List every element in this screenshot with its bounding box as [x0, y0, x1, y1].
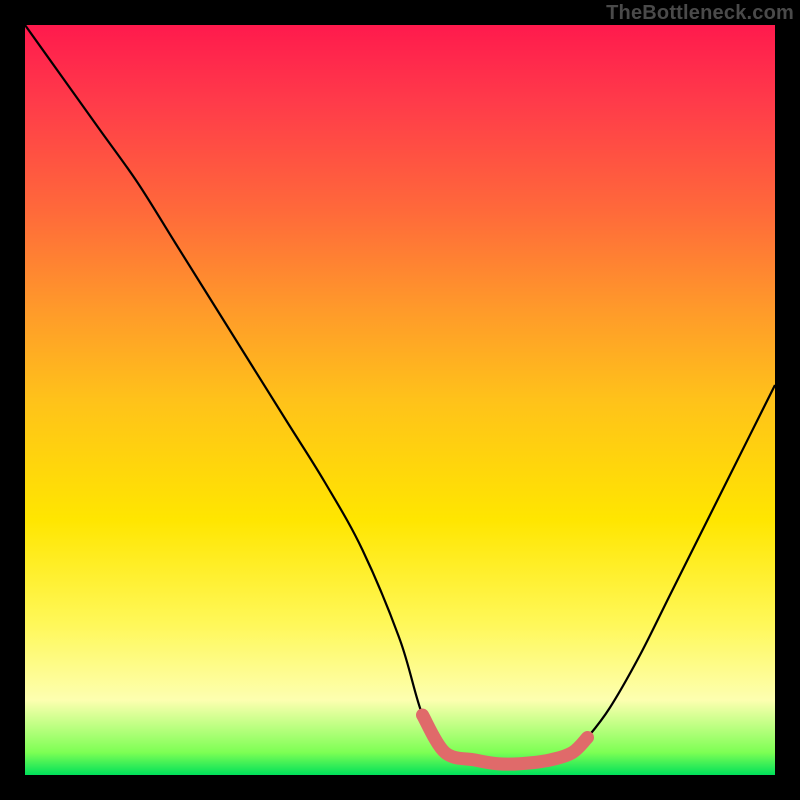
- bottleneck-curve: [25, 25, 775, 764]
- outer-frame: TheBottleneck.com: [0, 0, 800, 800]
- curve-svg: [25, 25, 775, 775]
- bottleneck-highlight: [423, 715, 588, 764]
- watermark-text: TheBottleneck.com: [606, 2, 794, 25]
- plot-area: [25, 25, 775, 775]
